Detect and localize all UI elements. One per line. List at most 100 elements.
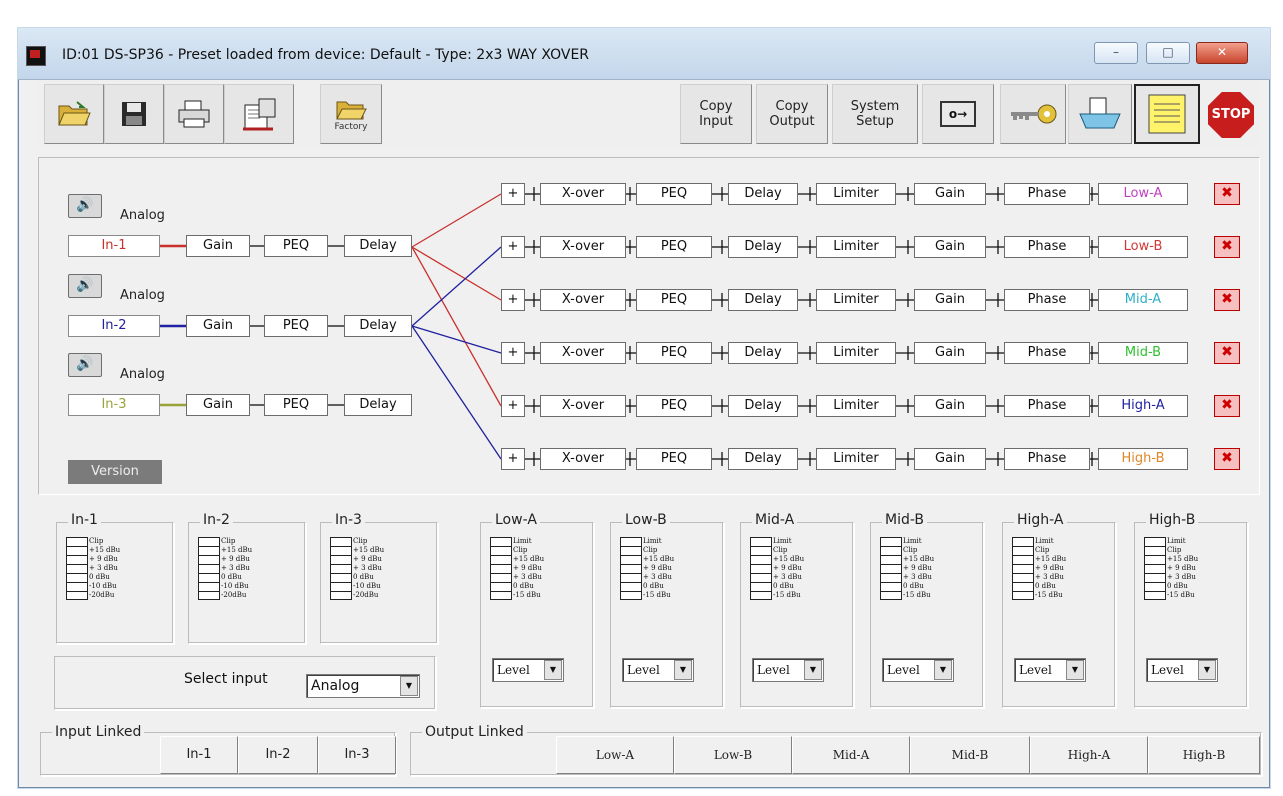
chevron-down-icon[interactable]: ▼	[674, 660, 692, 680]
output-mute-icon[interactable]: ✖	[1214, 183, 1240, 205]
save-button[interactable]	[104, 84, 164, 144]
level-mode-dropdown[interactable]: Level ▼	[882, 658, 954, 682]
output-gain-block[interactable]: Gain	[914, 395, 986, 417]
output-x-over-block[interactable]: X-over	[540, 183, 626, 205]
output-phase-block[interactable]: Phase	[1004, 448, 1090, 470]
output-gain-block[interactable]: Gain	[914, 289, 986, 311]
input-gain-block[interactable]: Gain	[186, 235, 250, 257]
output-peq-block[interactable]: PEQ	[636, 289, 712, 311]
minimize-button[interactable]: –	[1094, 42, 1138, 64]
sum-block[interactable]: +	[501, 236, 525, 258]
output-gain-block[interactable]: Gain	[914, 342, 986, 364]
output-limiter-block[interactable]: Limiter	[816, 236, 896, 258]
chevron-down-icon[interactable]: ▼	[1198, 660, 1216, 680]
select-input-dropdown[interactable]: Analog ▼	[306, 674, 420, 698]
chevron-down-icon[interactable]: ▼	[934, 660, 952, 680]
chevron-down-icon[interactable]: ▼	[400, 676, 418, 696]
output-name-box[interactable]: Mid-B	[1098, 342, 1188, 364]
output-name-box[interactable]: High-A	[1098, 395, 1188, 417]
output-gain-block[interactable]: Gain	[914, 448, 986, 470]
speaker-mute-icon[interactable]: 🔊	[68, 194, 102, 218]
output-limiter-block[interactable]: Limiter	[816, 183, 896, 205]
sum-block[interactable]: +	[501, 183, 525, 205]
output-peq-block[interactable]: PEQ	[636, 342, 712, 364]
input-peq-block[interactable]: PEQ	[264, 315, 328, 337]
system-setup-button[interactable]: System Setup	[832, 84, 918, 144]
output-peq-block[interactable]: PEQ	[636, 183, 712, 205]
output-mute-icon[interactable]: ✖	[1214, 289, 1240, 311]
output-limiter-block[interactable]: Limiter	[816, 448, 896, 470]
sum-block[interactable]: +	[501, 342, 525, 364]
output-phase-block[interactable]: Phase	[1004, 342, 1090, 364]
sum-block[interactable]: +	[501, 448, 525, 470]
close-button[interactable]: ✕	[1196, 42, 1248, 64]
output-x-over-block[interactable]: X-over	[540, 236, 626, 258]
input-gain-block[interactable]: Gain	[186, 394, 250, 416]
output-peq-block[interactable]: PEQ	[636, 448, 712, 470]
chevron-down-icon[interactable]: ▼	[1066, 660, 1084, 680]
speaker-mute-icon[interactable]: 🔊	[68, 274, 102, 298]
level-mode-dropdown[interactable]: Level ▼	[1014, 658, 1086, 682]
output-mute-icon[interactable]: ✖	[1214, 395, 1240, 417]
output-limiter-block[interactable]: Limiter	[816, 289, 896, 311]
print-preview-button[interactable]	[224, 84, 294, 144]
output-delay-block[interactable]: Delay	[728, 183, 798, 205]
output-link-button[interactable]: Mid-B	[910, 736, 1030, 774]
input-link-button[interactable]: In-2	[238, 736, 318, 774]
output-delay-block[interactable]: Delay	[728, 236, 798, 258]
input-gain-block[interactable]: Gain	[186, 315, 250, 337]
speaker-mute-icon[interactable]: 🔊	[68, 353, 102, 377]
output-gain-block[interactable]: Gain	[914, 183, 986, 205]
factory-preset-button[interactable]: Factory	[320, 84, 382, 144]
copy-input-button[interactable]: Copy Input	[680, 84, 752, 144]
output-x-over-block[interactable]: X-over	[540, 289, 626, 311]
output-delay-block[interactable]: Delay	[728, 448, 798, 470]
output-x-over-block[interactable]: X-over	[540, 395, 626, 417]
output-phase-block[interactable]: Phase	[1004, 395, 1090, 417]
output-link-button[interactable]: Low-B	[674, 736, 792, 774]
lock-password-button[interactable]: o→	[922, 84, 994, 144]
input-name-box[interactable]: In-3	[68, 394, 160, 416]
output-name-box[interactable]: High-B	[1098, 448, 1188, 470]
output-x-over-block[interactable]: X-over	[540, 448, 626, 470]
key-button[interactable]	[1000, 84, 1066, 144]
input-delay-block[interactable]: Delay	[344, 235, 412, 257]
print-button[interactable]	[164, 84, 224, 144]
input-peq-block[interactable]: PEQ	[264, 394, 328, 416]
output-delay-block[interactable]: Delay	[728, 395, 798, 417]
notes-button[interactable]	[1134, 84, 1200, 144]
level-mode-dropdown[interactable]: Level ▼	[492, 658, 564, 682]
level-mode-dropdown[interactable]: Level ▼	[752, 658, 824, 682]
output-x-over-block[interactable]: X-over	[540, 342, 626, 364]
stop-button[interactable]: STOP	[1208, 92, 1254, 138]
input-name-box[interactable]: In-1	[68, 235, 160, 257]
output-peq-block[interactable]: PEQ	[636, 395, 712, 417]
chevron-down-icon[interactable]: ▼	[544, 660, 562, 680]
output-name-box[interactable]: Low-B	[1098, 236, 1188, 258]
input-delay-block[interactable]: Delay	[344, 394, 412, 416]
copy-output-button[interactable]: Copy Output	[756, 84, 828, 144]
level-mode-dropdown[interactable]: Level ▼	[622, 658, 694, 682]
output-mute-icon[interactable]: ✖	[1214, 448, 1240, 470]
output-name-box[interactable]: Low-A	[1098, 183, 1188, 205]
output-link-button[interactable]: Low-A	[556, 736, 674, 774]
output-peq-block[interactable]: PEQ	[636, 236, 712, 258]
level-mode-dropdown[interactable]: Level ▼	[1146, 658, 1218, 682]
input-peq-block[interactable]: PEQ	[264, 235, 328, 257]
transfer-button[interactable]	[1068, 84, 1132, 144]
output-delay-block[interactable]: Delay	[728, 289, 798, 311]
output-phase-block[interactable]: Phase	[1004, 183, 1090, 205]
output-limiter-block[interactable]: Limiter	[816, 395, 896, 417]
output-link-button[interactable]: High-B	[1148, 736, 1260, 774]
output-phase-block[interactable]: Phase	[1004, 236, 1090, 258]
input-delay-block[interactable]: Delay	[344, 315, 412, 337]
output-limiter-block[interactable]: Limiter	[816, 342, 896, 364]
output-phase-block[interactable]: Phase	[1004, 289, 1090, 311]
input-name-box[interactable]: In-2	[68, 315, 160, 337]
output-delay-block[interactable]: Delay	[728, 342, 798, 364]
sum-block[interactable]: +	[501, 395, 525, 417]
output-link-button[interactable]: Mid-A	[792, 736, 910, 774]
sum-block[interactable]: +	[501, 289, 525, 311]
output-name-box[interactable]: Mid-A	[1098, 289, 1188, 311]
output-gain-block[interactable]: Gain	[914, 236, 986, 258]
